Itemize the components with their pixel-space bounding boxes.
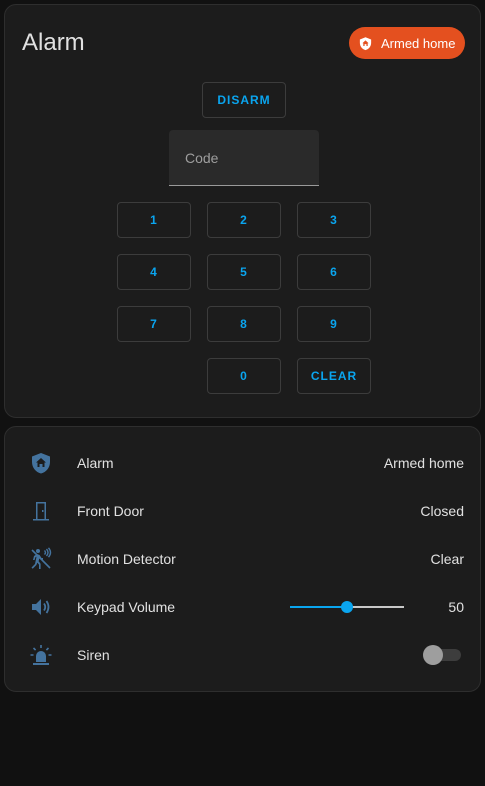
entities-card: Alarm Armed home Front Door Closed Motio…: [4, 426, 481, 692]
door-closed-icon: [29, 499, 53, 523]
alarm-card-title: Alarm: [22, 29, 85, 56]
keypad-key-4[interactable]: 4: [117, 254, 191, 290]
entity-name: Siren: [77, 647, 110, 663]
keypad-key-2[interactable]: 2: [207, 202, 281, 238]
entity-name: Motion Detector: [77, 551, 176, 567]
keypad-key-8[interactable]: 8: [207, 306, 281, 342]
shield-home-icon: [29, 451, 53, 475]
alarm-panel-card: Alarm Armed home DISARM 1 2 3 4 5 6 7 8 …: [4, 4, 481, 418]
entity-row-alarm[interactable]: Alarm Armed home: [5, 439, 480, 487]
slider-fill: [290, 606, 347, 608]
entity-row-front-door[interactable]: Front Door Closed: [5, 487, 480, 535]
code-field[interactable]: [169, 130, 319, 186]
entity-name: Front Door: [77, 503, 144, 519]
keypad-key-1[interactable]: 1: [117, 202, 191, 238]
volume-icon: [29, 595, 53, 619]
entity-row-keypad-volume: Keypad Volume 50: [5, 583, 480, 631]
entity-row-motion-detector[interactable]: Motion Detector Clear: [5, 535, 480, 583]
armed-home-badge[interactable]: Armed home: [349, 27, 465, 59]
keypad-key-7[interactable]: 7: [117, 306, 191, 342]
keypad-key-6[interactable]: 6: [297, 254, 371, 290]
motion-sensor-icon: [29, 547, 53, 571]
entity-state: Armed home: [383, 455, 464, 471]
keypad-key-0[interactable]: 0: [207, 358, 281, 394]
armed-home-badge-label: Armed home: [381, 35, 456, 51]
code-input[interactable]: [169, 130, 319, 185]
shield-home-icon: [358, 36, 373, 51]
entity-name: Alarm: [77, 455, 114, 471]
siren-icon: [29, 643, 53, 667]
slider-thumb[interactable]: [341, 601, 353, 613]
siren-toggle[interactable]: [423, 645, 461, 665]
toggle-thumb[interactable]: [423, 645, 443, 665]
entity-name: Keypad Volume: [77, 599, 176, 615]
entity-row-siren: Siren: [5, 631, 480, 679]
keypad-volume-slider[interactable]: [290, 597, 404, 617]
entity-state: 50: [448, 599, 464, 615]
keypad-key-3[interactable]: 3: [297, 202, 371, 238]
entity-state: Clear: [430, 551, 464, 567]
disarm-button[interactable]: DISARM: [202, 82, 286, 118]
keypad-clear-button[interactable]: CLEAR: [297, 358, 371, 394]
keypad-key-5[interactable]: 5: [207, 254, 281, 290]
keypad-key-9[interactable]: 9: [297, 306, 371, 342]
entity-state: Closed: [420, 503, 464, 519]
